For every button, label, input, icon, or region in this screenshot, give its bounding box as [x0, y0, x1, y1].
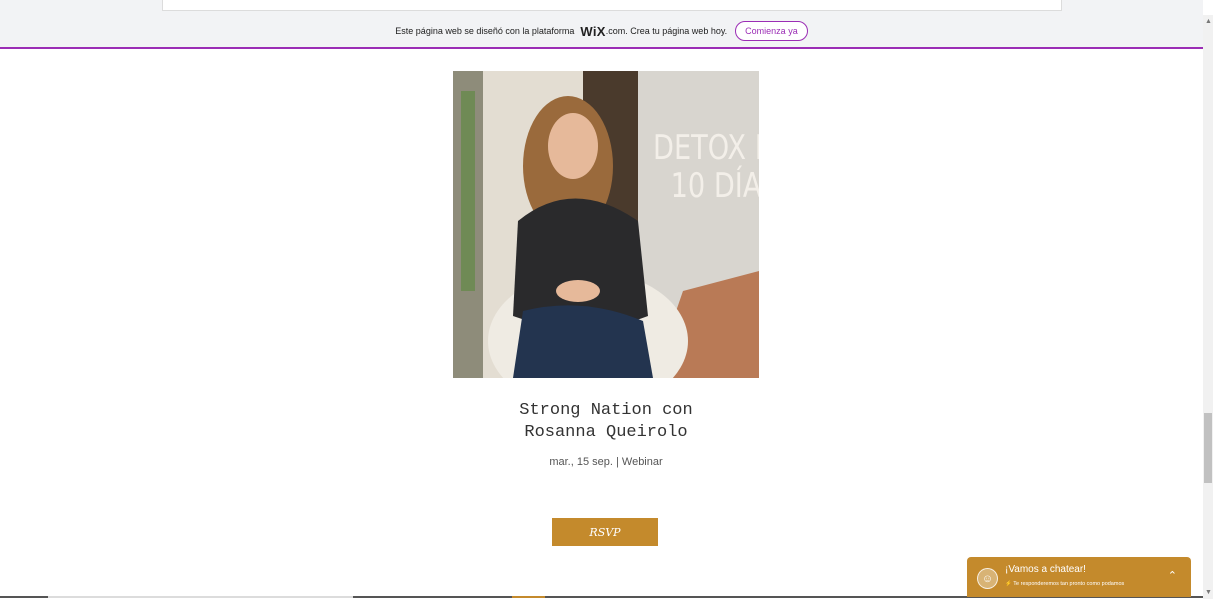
arrow-up-icon[interactable]: ▲	[1205, 18, 1212, 25]
rsvp-button[interactable]: RSVP	[552, 518, 658, 546]
event-title-line-2: Rosanna Queirolo	[524, 423, 688, 442]
arrow-down-icon[interactable]: ▼	[1205, 589, 1212, 596]
event-photo[interactable]: DETOX P( 10 DÍA	[453, 71, 759, 378]
event-title-line-1: Strong Nation con	[519, 401, 693, 420]
photo-overlay-line-2: 10 DÍA	[670, 166, 759, 206]
chevron-up-icon[interactable]: ⌃	[1168, 569, 1177, 582]
event-title[interactable]: Strong Nation con Rosanna Queirolo	[456, 400, 756, 444]
event-card: DETOX P( 10 DÍA	[453, 71, 759, 378]
wix-promo-banner: Este página web se diseñó con la platafo…	[0, 15, 1203, 49]
divider-segment	[48, 596, 353, 598]
photo-overlay-line-1: DETOX P(	[653, 128, 759, 168]
scrollbar-thumb[interactable]	[1204, 413, 1212, 483]
start-now-button[interactable]: Comienza ya	[735, 21, 808, 41]
divider-accent	[512, 596, 545, 598]
chat-title: ¡Vamos a chatear!	[1005, 564, 1086, 575]
event-date-location: mar., 15 sep. | Webinar	[549, 456, 663, 468]
wix-logo[interactable]: WiX	[580, 24, 605, 39]
photo-overlay-text: DETOX P( 10 DÍA	[653, 129, 759, 205]
top-input-box[interactable]	[162, 0, 1062, 11]
smile-icon: ☺	[977, 568, 998, 589]
chat-subtitle-text: Te responderemos tan pronto como podamos	[1013, 581, 1125, 587]
chat-widget[interactable]: ☺ ¡Vamos a chatear! ⚡ Te responderemos t…	[967, 557, 1191, 597]
banner-text-before: Este página web se diseñó con la platafo…	[395, 26, 575, 36]
chat-subtitle: ⚡ Te responderemos tan pronto como podam…	[1005, 581, 1125, 587]
banner-text-after: .com. Crea tu página web hoy.	[605, 26, 728, 36]
page-scrollbar[interactable]: ▲ ▼	[1203, 15, 1213, 599]
top-strip	[0, 0, 1203, 15]
